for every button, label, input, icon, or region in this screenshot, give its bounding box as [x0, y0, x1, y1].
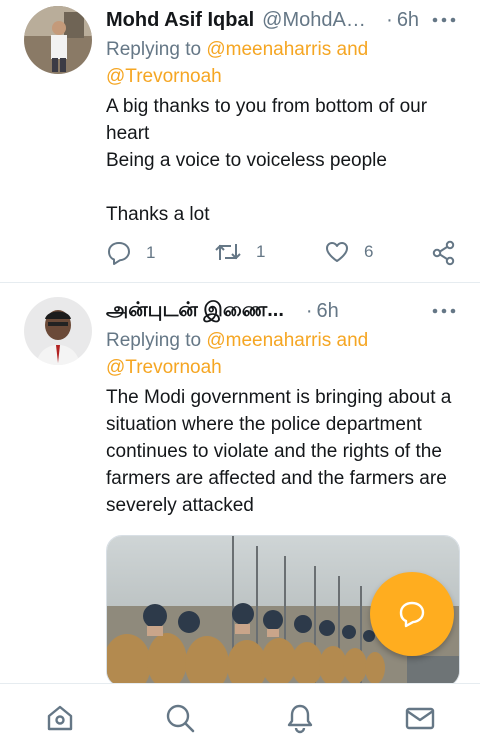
replying-and[interactable]: and	[331, 330, 369, 351]
tab-search[interactable]	[163, 701, 197, 735]
share-button[interactable]	[432, 240, 470, 266]
messages-icon	[405, 707, 435, 730]
avatar[interactable]	[24, 6, 92, 74]
display-name[interactable]: Mohd Asif Iqbal	[106, 9, 254, 32]
home-icon	[47, 705, 73, 731]
avatar[interactable]	[24, 297, 92, 365]
separator-dot: ·	[386, 8, 393, 31]
display-name[interactable]: அன்புடன் இணை...	[106, 299, 284, 324]
heart-icon	[326, 242, 348, 262]
compose-reply-button[interactable]	[370, 572, 454, 656]
like-count: 6	[364, 242, 374, 261]
reply-count: 1	[146, 243, 156, 262]
replying-to-label: Replying to	[106, 330, 207, 351]
timestamp[interactable]: 6h	[317, 300, 339, 323]
more-horizontal-icon	[432, 308, 456, 314]
reply-icon	[108, 242, 130, 265]
tweet[interactable]: Mohd Asif Iqbal @MohdAsifIqbal · 6h Repl…	[0, 0, 480, 282]
notifications-icon	[287, 704, 313, 734]
timestamp[interactable]: 6h	[397, 9, 419, 32]
mention-link[interactable]: @meenaharris	[206, 330, 331, 351]
compose-reply-icon	[399, 601, 425, 628]
retweet-count: 1	[256, 242, 266, 261]
separator-dot: ·	[305, 299, 313, 322]
mention-link[interactable]: @meenaharris	[206, 39, 331, 60]
like-button[interactable]: 6	[324, 240, 373, 264]
share-icon	[432, 240, 455, 266]
replying-and[interactable]: and	[331, 39, 369, 60]
tweet-actions: 1 1 6	[106, 240, 460, 270]
tab-messages[interactable]	[403, 701, 437, 735]
replying-to: Replying to @meenaharris and @Trevornoah	[106, 327, 368, 381]
search-icon	[166, 704, 195, 733]
retweet-button[interactable]: 1	[214, 240, 265, 264]
mention-link[interactable]: @Trevornoah	[106, 357, 222, 378]
tweet-header: Mohd Asif Iqbal @MohdAsifIqbal · 6h	[106, 8, 462, 32]
tab-home[interactable]	[43, 701, 77, 735]
more-options-button[interactable]	[432, 8, 456, 28]
reply-button[interactable]: 1	[106, 240, 155, 266]
more-options-button[interactable]	[432, 299, 456, 319]
more-horizontal-icon	[432, 17, 456, 23]
bottom-tab-bar	[0, 683, 480, 751]
tweet-header: அன்புடன் இணை... · 6h	[106, 299, 462, 323]
mention-link[interactable]: @Trevornoah	[106, 66, 222, 87]
retweet-icon	[215, 244, 241, 260]
user-handle[interactable]: @MohdAsifIqbal	[262, 9, 374, 32]
replying-to: Replying to @meenaharris and @Trevornoah	[106, 36, 368, 90]
tab-notifications[interactable]	[283, 701, 317, 735]
replying-to-label: Replying to	[106, 39, 207, 60]
tweet-text: The Modi government is bringing about a …	[106, 387, 457, 516]
tweet-text: A big thanks to you from bottom of our h…	[106, 96, 428, 225]
